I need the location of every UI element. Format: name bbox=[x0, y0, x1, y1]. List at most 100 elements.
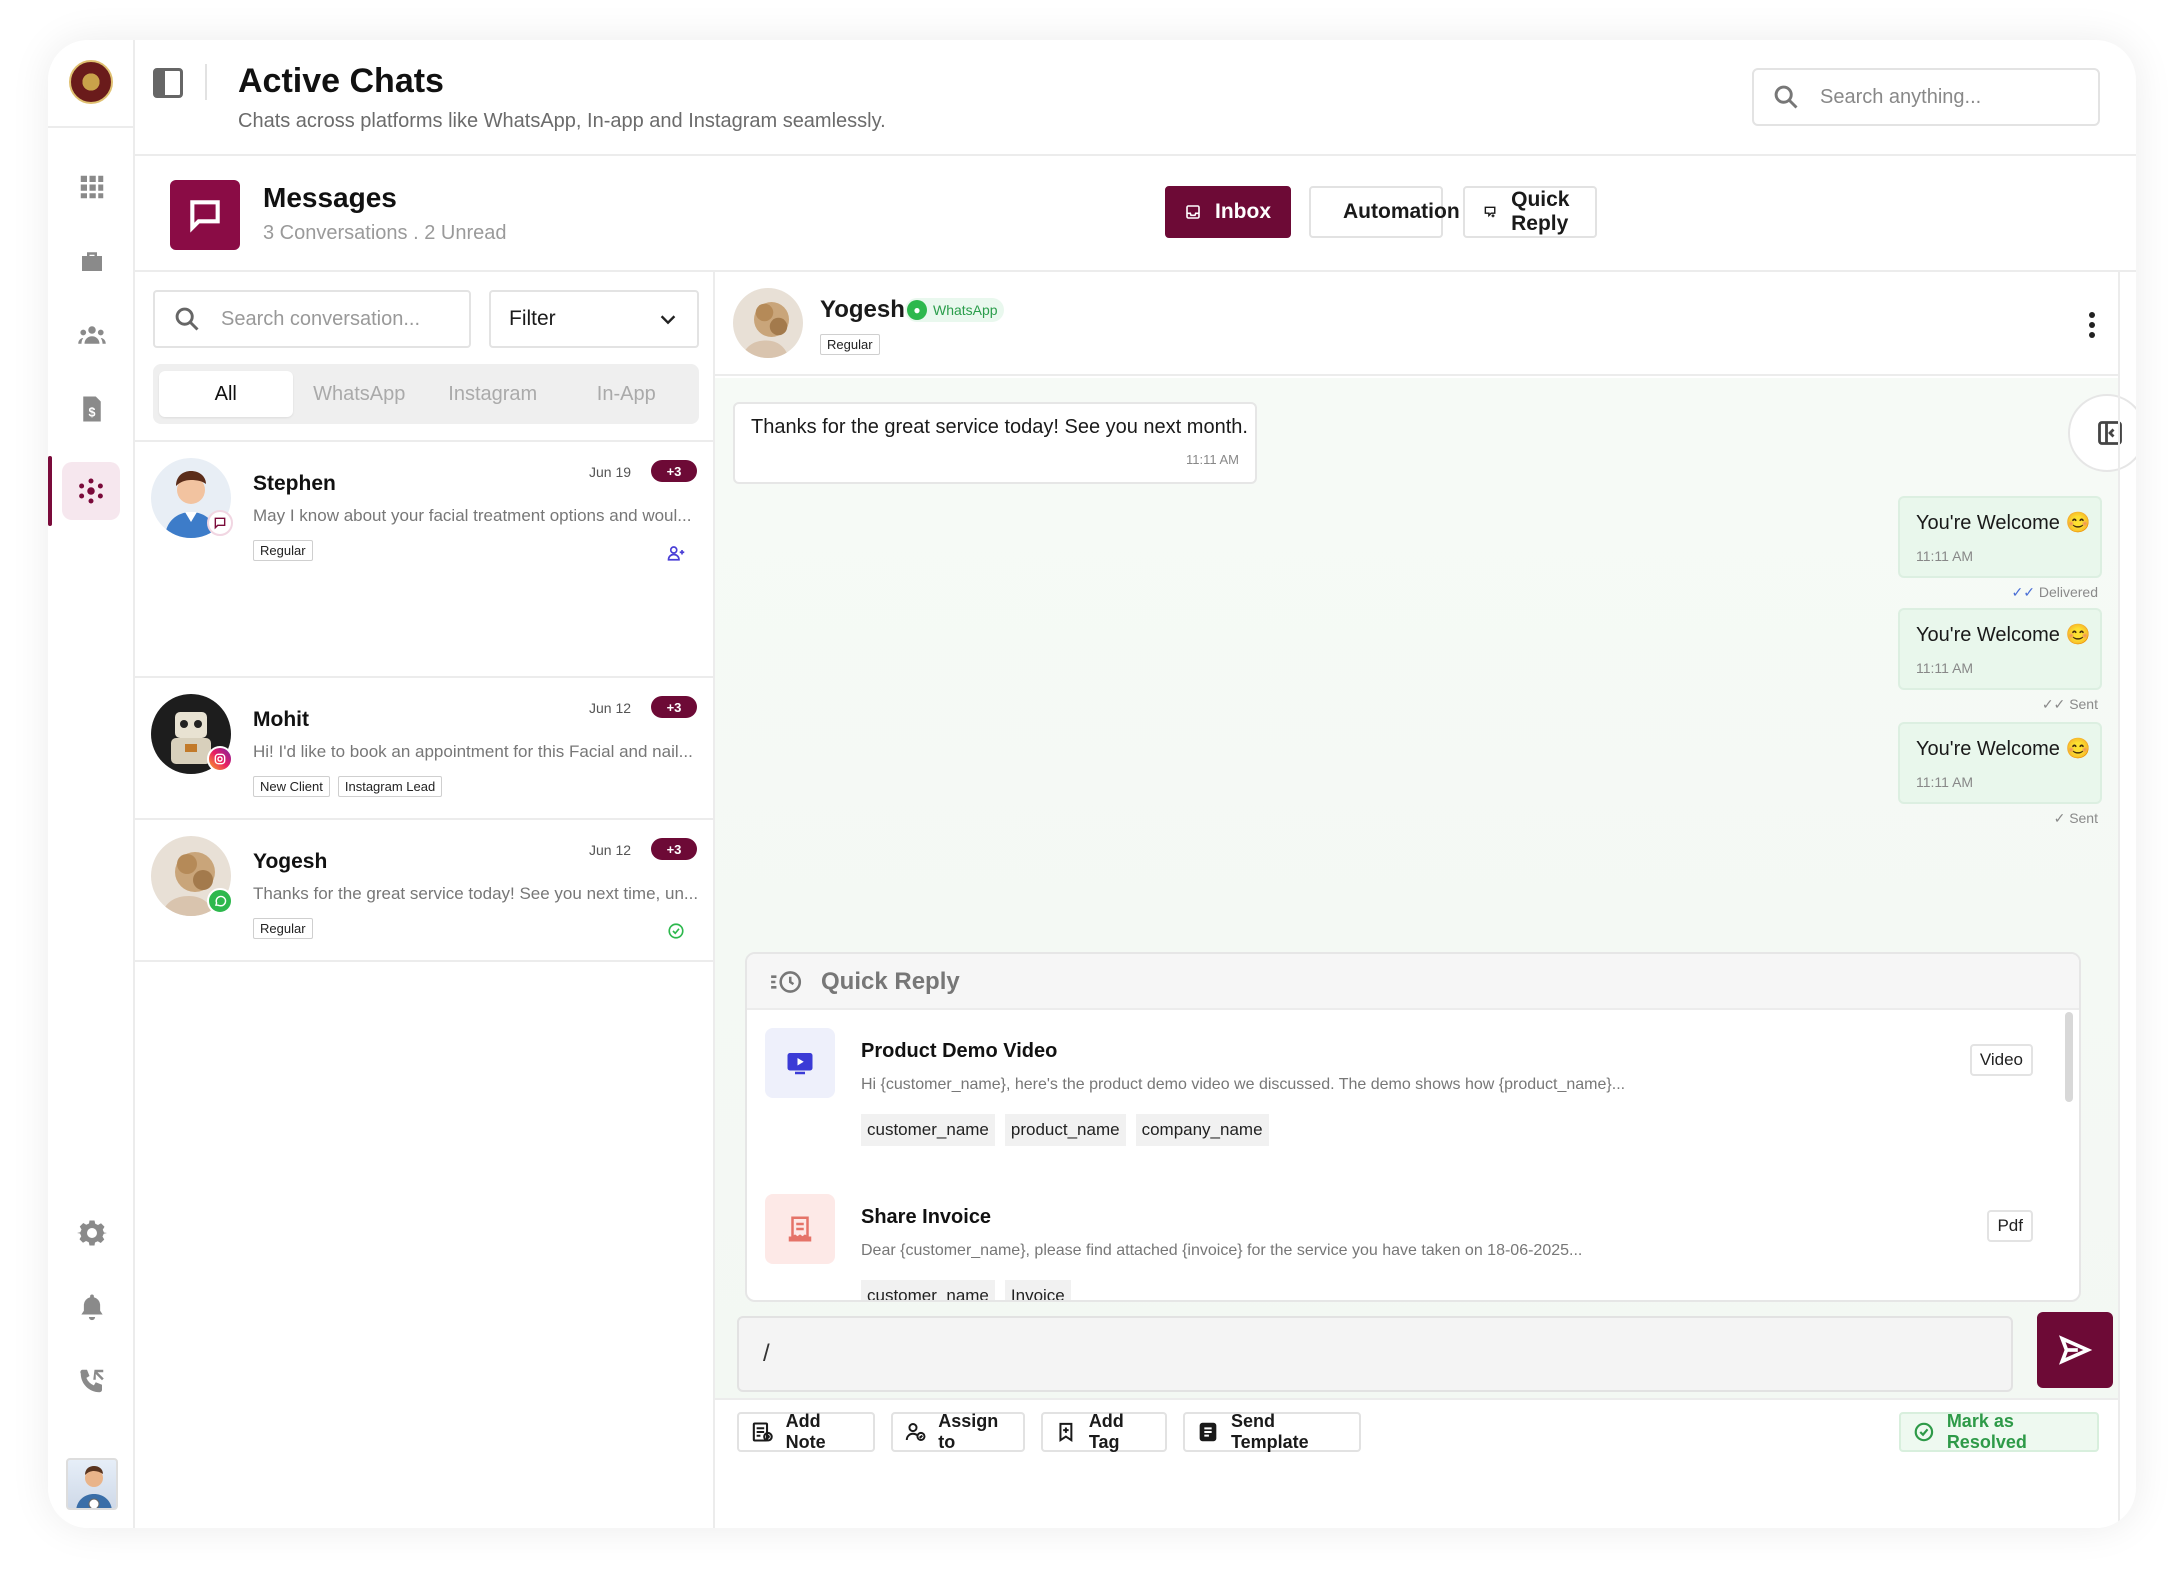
add-note-label: Add Note bbox=[785, 1411, 826, 1452]
check-icon: ✓✓ bbox=[2041, 696, 2066, 712]
template-variable: company_name bbox=[1135, 1114, 1269, 1146]
quick-reply-item[interactable]: Product Demo Video Hi {customer_name}, h… bbox=[765, 1028, 2045, 1188]
template-variable: product_name bbox=[1004, 1114, 1126, 1146]
conversation-search-input[interactable]: Search conversation... bbox=[153, 290, 471, 348]
inbox-icon bbox=[1186, 205, 1200, 219]
contact-tag: Instagram Lead bbox=[337, 776, 443, 797]
last-message-date: Jun 12 bbox=[589, 842, 632, 858]
chat-contact-avatar[interactable] bbox=[733, 288, 803, 358]
template-description: Dear {customer_name}, please find attach… bbox=[861, 1242, 1583, 1259]
mark-as-resolved-label: Mark as Resolved bbox=[1946, 1411, 2027, 1452]
template-title: Product Demo Video bbox=[861, 1040, 1058, 1062]
mark-as-resolved-button[interactable]: Mark as Resolved bbox=[1899, 1411, 2099, 1452]
invoice-icon bbox=[765, 1194, 835, 1264]
app-window: $ Active Chats Chats across platforms li… bbox=[48, 40, 2136, 1528]
automation-button-label: Automation bbox=[1343, 200, 1460, 223]
contact-name: Stephen bbox=[253, 472, 336, 495]
double-check-icon: ✓✓ bbox=[2011, 584, 2035, 600]
tab-instagram[interactable]: Instagram bbox=[426, 371, 560, 417]
message-preview: Thanks for the great service today! See … bbox=[253, 884, 699, 903]
details-panel-toggle[interactable] bbox=[2068, 394, 2136, 472]
last-message-date: Jun 19 bbox=[589, 464, 632, 480]
message-input[interactable]: / bbox=[737, 1316, 2013, 1392]
messages-bar: Messages 3 Conversations . 2 Unread Inbo… bbox=[135, 156, 2136, 272]
chevron-down-icon bbox=[660, 315, 676, 325]
conversation-item-yogesh[interactable]: Yogesh Jun 12 +3 Thanks for the great se… bbox=[135, 820, 715, 960]
template-title: Share Invoice bbox=[861, 1206, 992, 1228]
quick-reply-panel: Quick Reply Product Demo Video Hi {custo… bbox=[745, 952, 2081, 1302]
message-text: Thanks for the great service today! See … bbox=[751, 416, 1248, 438]
chat-contact-tag: Regular bbox=[820, 334, 880, 355]
header-divider bbox=[205, 64, 207, 100]
team-icon[interactable] bbox=[69, 312, 115, 358]
template-description: Hi {customer_name}, here's the product d… bbox=[861, 1076, 1626, 1093]
contact-tag: Regular bbox=[253, 540, 313, 561]
brand-logo[interactable] bbox=[69, 60, 113, 104]
check-icon: ✓ bbox=[2053, 810, 2066, 826]
message-text: You're Welcome 😊 bbox=[1916, 624, 2091, 646]
channel-badge-label: WhatsApp bbox=[933, 302, 998, 318]
contact-tag: New Client bbox=[253, 776, 330, 797]
page-title: Active Chats bbox=[238, 62, 444, 100]
quick-reply-title: Quick Reply bbox=[821, 968, 960, 995]
whatsapp-icon: ● bbox=[907, 300, 927, 320]
filter-dropdown[interactable]: Filter bbox=[489, 290, 699, 348]
quick-reply-header: Quick Reply bbox=[747, 954, 2079, 1010]
unread-count-badge: +3 bbox=[651, 460, 697, 482]
history-icon bbox=[771, 971, 802, 993]
search-icon bbox=[1774, 85, 1798, 109]
active-indicator bbox=[48, 456, 52, 526]
contact-name: Yogesh bbox=[253, 850, 328, 873]
phone-call-icon[interactable] bbox=[69, 1358, 115, 1404]
conversation-search-placeholder: Search conversation... bbox=[221, 307, 420, 330]
user-avatar[interactable] bbox=[66, 1458, 118, 1510]
more-options-icon[interactable] bbox=[2088, 312, 2096, 338]
conversation-list-panel: Search conversation... Filter All WhatsA… bbox=[135, 272, 715, 1528]
tab-whatsapp[interactable]: WhatsApp bbox=[293, 371, 427, 417]
messages-summary: 3 Conversations . 2 Unread bbox=[263, 222, 507, 244]
filter-label: Filter bbox=[509, 307, 556, 330]
sidebar-toggle-icon[interactable] bbox=[153, 68, 183, 98]
automation-button[interactable]: Automation bbox=[1309, 186, 1460, 238]
send-button[interactable] bbox=[2037, 1312, 2113, 1388]
quick-reply-scrollbar[interactable] bbox=[2065, 1012, 2073, 1102]
message-text: You're Welcome 😊 bbox=[1916, 512, 2091, 534]
page-header: Active Chats Chats across platforms like… bbox=[135, 40, 2136, 156]
conversation-item-stephen[interactable]: Stephen Jun 19 +3 May I know about your … bbox=[135, 442, 715, 582]
outgoing-message: You're Welcome 😊 11:11 AM bbox=[1898, 722, 2102, 804]
add-note-button[interactable]: Add Note bbox=[737, 1411, 875, 1452]
global-search-input[interactable]: Search anything... bbox=[1752, 68, 2100, 126]
check-circle-icon bbox=[1914, 1422, 1934, 1442]
chat-hub-icon[interactable] bbox=[62, 462, 120, 520]
message-thread: Thanks for the great service today! See … bbox=[715, 378, 2118, 1398]
template-variable: customer_name bbox=[861, 1280, 995, 1300]
chat-contact-name: Yogesh bbox=[820, 296, 905, 323]
invoice-doc-icon[interactable]: $ bbox=[69, 386, 115, 432]
briefcase-icon[interactable] bbox=[69, 238, 115, 284]
note-icon bbox=[752, 1422, 773, 1442]
settings-gear-icon[interactable] bbox=[69, 1210, 115, 1256]
last-message-date: Jun 12 bbox=[589, 700, 632, 716]
quick-reply-icon bbox=[1484, 206, 1496, 218]
quick-reply-item[interactable]: Share Invoice Dear {customer_name}, plea… bbox=[765, 1194, 2045, 1300]
message-square-icon bbox=[170, 180, 240, 250]
unread-count-badge: +3 bbox=[651, 838, 697, 860]
tab-in-app[interactable]: In-App bbox=[560, 371, 694, 417]
dashboard-icon[interactable] bbox=[69, 164, 115, 210]
contact-tag: Regular bbox=[253, 918, 313, 939]
tab-all[interactable]: All bbox=[159, 371, 293, 417]
message-time: 11:11 AM bbox=[1186, 452, 1239, 467]
outgoing-message: You're Welcome 😊 11:11 AM bbox=[1898, 608, 2102, 690]
right-panel-divider bbox=[2118, 272, 2120, 1528]
quick-reply-button[interactable]: Quick Reply bbox=[1463, 186, 1597, 238]
assign-icon bbox=[667, 546, 685, 561]
assign-to-button[interactable]: Assign to bbox=[891, 1411, 1025, 1452]
inbox-button[interactable]: Inbox bbox=[1165, 186, 1291, 238]
in-app-channel-icon bbox=[207, 510, 233, 536]
template-icon bbox=[1199, 1422, 1217, 1442]
assign-user-icon bbox=[905, 1423, 926, 1441]
bell-icon[interactable] bbox=[69, 1284, 115, 1330]
send-template-button[interactable]: Send Template bbox=[1183, 1411, 1361, 1452]
conversation-item-mohit[interactable]: Mohit Jun 12 +3 Hi! I'd like to book an … bbox=[135, 678, 715, 818]
add-tag-button[interactable]: Add Tag bbox=[1041, 1411, 1167, 1452]
